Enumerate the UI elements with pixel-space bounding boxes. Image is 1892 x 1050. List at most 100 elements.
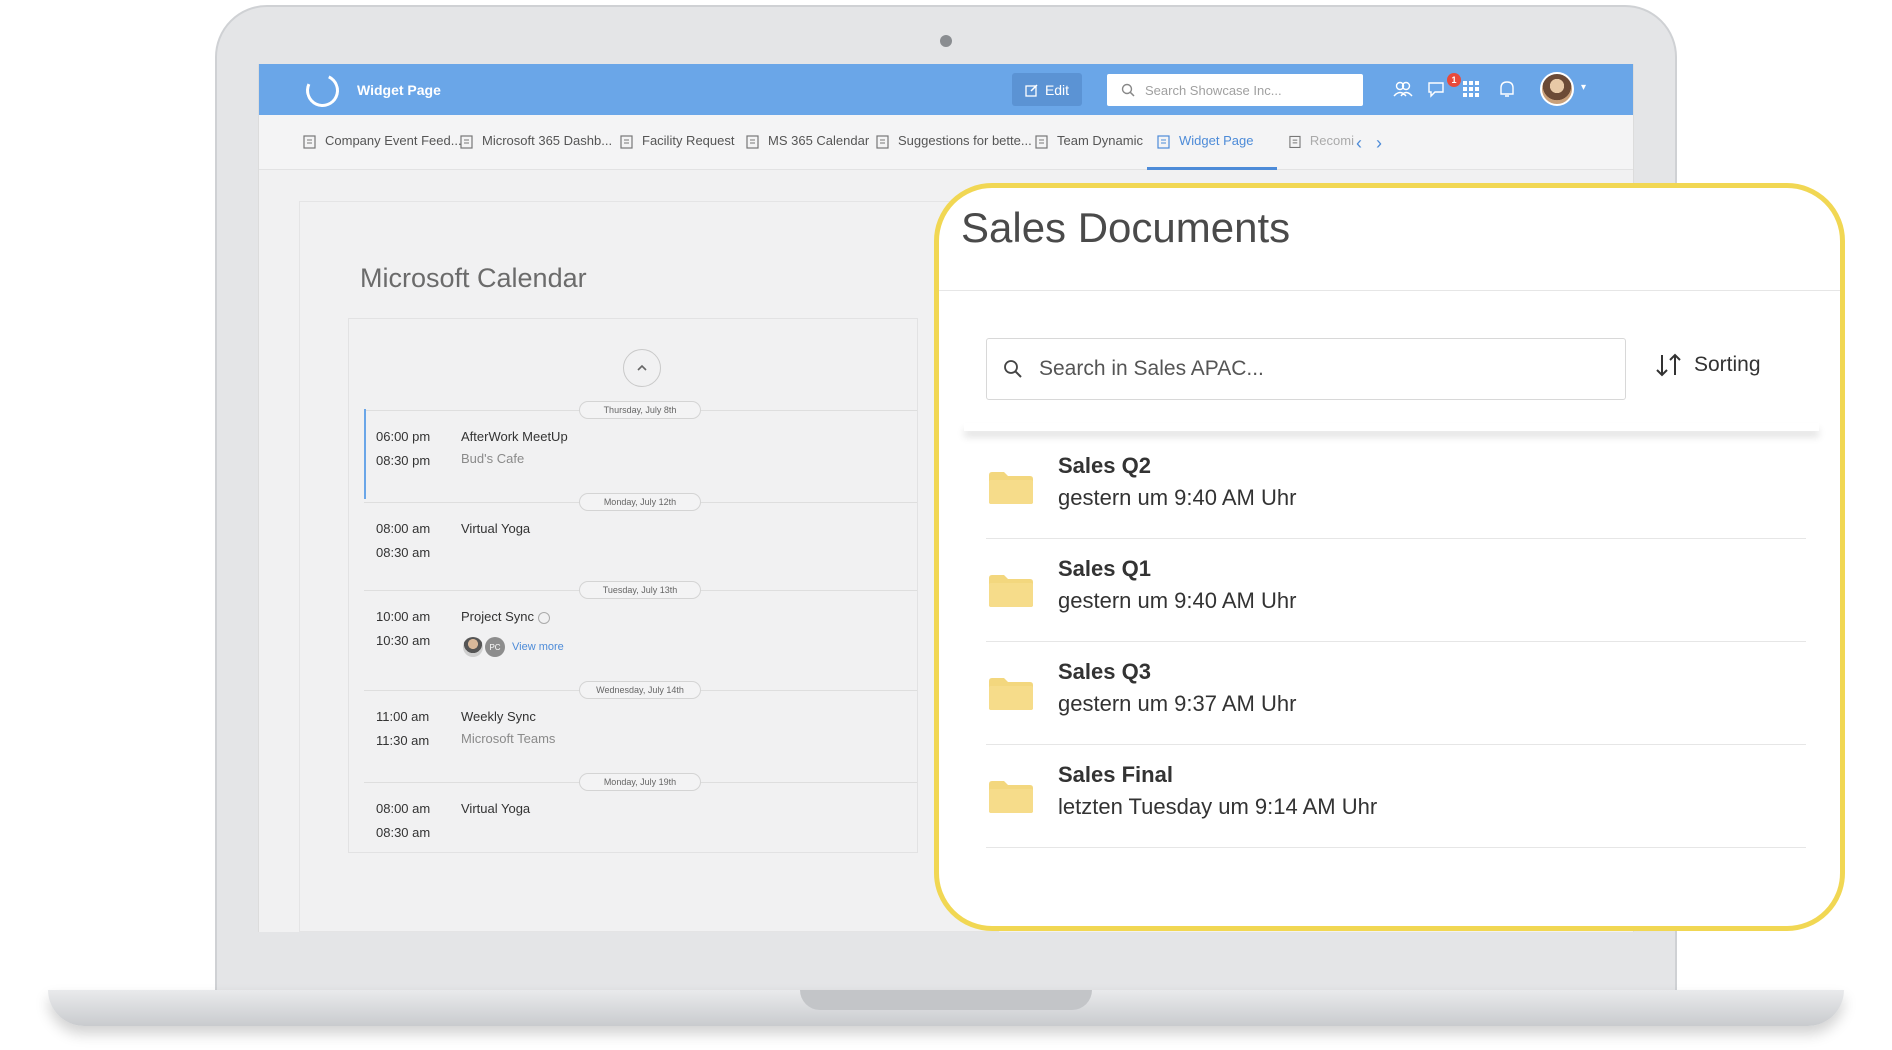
page-icon — [876, 135, 889, 149]
page-tabs: Company Event Feed... Microsoft 365 Dash… — [259, 115, 1633, 170]
tab-label: Facility Request — [642, 133, 735, 148]
divider — [939, 290, 1840, 291]
document-name: Sales Final — [1058, 762, 1173, 787]
page-icon — [460, 135, 473, 149]
search-icon — [1121, 83, 1135, 97]
apps-grid-icon[interactable] — [1460, 78, 1482, 100]
event-title: Virtual Yoga — [461, 801, 531, 816]
document-name: Sales Q1 — [1058, 556, 1151, 581]
app-header: Widget Page Edit 1 ▾ — [259, 64, 1633, 115]
event-title: Project Sync — [461, 609, 550, 624]
event-location: Bud's Cafe — [461, 451, 525, 466]
event-start: 08:00 am — [376, 801, 431, 816]
notification-badge: 1 — [1447, 73, 1461, 87]
edit-button[interactable]: Edit — [1012, 73, 1082, 106]
global-search-input[interactable] — [1145, 82, 1345, 98]
attendee-avatar[interactable]: PC — [485, 637, 505, 657]
tab-label: Team Dynamic — [1057, 133, 1143, 148]
page-icon — [303, 135, 316, 149]
event-end: 08:30 pm — [376, 453, 431, 468]
chevron-left-icon[interactable]: ‹ — [1356, 133, 1362, 154]
global-search[interactable] — [1107, 74, 1363, 106]
tab-company-event-feed[interactable]: Company Event Feed... — [303, 133, 462, 170]
list-item[interactable]: Sales Q1 gestern um 9:40 AM Uhr — [986, 539, 1806, 642]
day-label: Tuesday, July 13th — [579, 581, 701, 599]
calendar-events: Thursday, July 8th 06:00 pm 08:30 pm Aft… — [348, 318, 918, 853]
tab-label: Recomi — [1309, 133, 1354, 148]
sales-search-input[interactable] — [1039, 357, 1599, 381]
page-title: Widget Page — [357, 82, 441, 98]
document-date: gestern um 9:37 AM Uhr — [1058, 691, 1297, 716]
tab-suggestions[interactable]: Suggestions for bette... — [876, 133, 1032, 170]
event-location: Microsoft Teams — [461, 731, 556, 746]
event-end: 10:30 am — [376, 633, 431, 648]
sorting-label: Sorting — [1694, 353, 1761, 376]
page-icon — [1157, 135, 1170, 149]
list-header-shadow — [964, 423, 1819, 431]
page-icon — [746, 135, 759, 149]
page-icon — [620, 135, 633, 149]
event-end: 11:30 am — [376, 733, 430, 748]
sales-title: Sales Documents — [961, 204, 1291, 251]
tab-facility-request[interactable]: Facility Request — [620, 133, 734, 170]
page-icon — [1035, 135, 1048, 149]
tab-ms-365-calendar[interactable]: MS 365 Calendar — [746, 133, 869, 170]
tab-label: Microsoft 365 Dashb... — [482, 133, 613, 148]
folder-icon — [989, 678, 1033, 710]
bell-icon[interactable] — [1496, 78, 1518, 100]
current-event-marker — [364, 409, 366, 499]
day-label: Monday, July 19th — [579, 773, 701, 791]
event-start: 10:00 am — [376, 609, 431, 624]
sorting-button[interactable]: Sorting — [1654, 352, 1761, 378]
chevron-up-icon — [637, 364, 647, 371]
people-icon[interactable] — [1392, 78, 1414, 100]
chat-icon[interactable] — [1426, 78, 1448, 100]
event-title: AfterWork MeetUp — [461, 429, 568, 444]
tab-widget-page[interactable]: Widget Page — [1147, 133, 1277, 170]
user-avatar[interactable] — [1540, 72, 1574, 106]
chevron-right-icon[interactable]: › — [1376, 133, 1382, 154]
list-item[interactable]: Sales Final letzten Tuesday um 9:14 AM U… — [986, 745, 1806, 848]
document-name: Sales Q2 — [1058, 453, 1151, 478]
event-start: 08:00 am — [376, 521, 431, 536]
page-icon — [1289, 135, 1301, 149]
day-label: Wednesday, July 14th — [579, 681, 701, 699]
document-date: gestern um 9:40 AM Uhr — [1058, 588, 1297, 613]
app-logo-icon[interactable] — [301, 69, 344, 112]
tab-label: Suggestions for bette... — [898, 133, 1032, 148]
laptop-mockup: Widget Page Edit 1 ▾ — [0, 0, 1892, 1050]
day-label: Thursday, July 8th — [579, 401, 701, 419]
tab-team-dynamic[interactable]: Team Dynamic — [1035, 133, 1143, 170]
info-icon[interactable] — [537, 611, 550, 624]
event-title: Virtual Yoga — [461, 521, 531, 536]
laptop-notch — [800, 990, 1092, 1010]
list-item[interactable]: Sales Q2 gestern um 9:40 AM Uhr — [986, 436, 1806, 539]
tab-label: MS 365 Calendar — [768, 133, 870, 148]
document-date: gestern um 9:40 AM Uhr — [1058, 485, 1297, 510]
folder-icon — [989, 472, 1033, 504]
edit-icon — [1025, 83, 1038, 97]
camera-dot — [940, 35, 952, 47]
event-end: 08:30 am — [376, 825, 431, 840]
document-name: Sales Q3 — [1058, 659, 1151, 684]
document-date: letzten Tuesday um 9:14 AM Uhr — [1058, 794, 1378, 819]
search-icon — [1004, 360, 1022, 378]
tab-microsoft-365-dashboard[interactable]: Microsoft 365 Dashb... — [460, 133, 612, 170]
tab-recommended[interactable]: Recomi — [1289, 133, 1354, 170]
view-more-link[interactable]: View more — [512, 641, 564, 653]
event-end: 08:30 am — [376, 545, 431, 560]
attendee-avatar[interactable] — [463, 637, 483, 657]
folder-icon — [989, 781, 1033, 813]
chevron-down-icon[interactable]: ▾ — [1581, 82, 1586, 93]
list-item[interactable]: Sales Q3 gestern um 9:37 AM Uhr — [986, 642, 1806, 745]
scroll-up-button[interactable] — [623, 349, 661, 387]
tab-label: Company Event Feed... — [325, 133, 462, 148]
sales-documents-widget: Sales Documents Sorting Sales Q2 gestern… — [934, 183, 1845, 931]
calendar-title: Microsoft Calendar — [360, 263, 587, 293]
folder-icon — [989, 575, 1033, 607]
sort-icon — [1656, 353, 1681, 377]
event-start: 11:00 am — [376, 709, 430, 724]
sales-search[interactable] — [986, 338, 1626, 400]
event-title: Weekly Sync — [461, 709, 536, 724]
tab-label: Widget Page — [1179, 133, 1254, 148]
